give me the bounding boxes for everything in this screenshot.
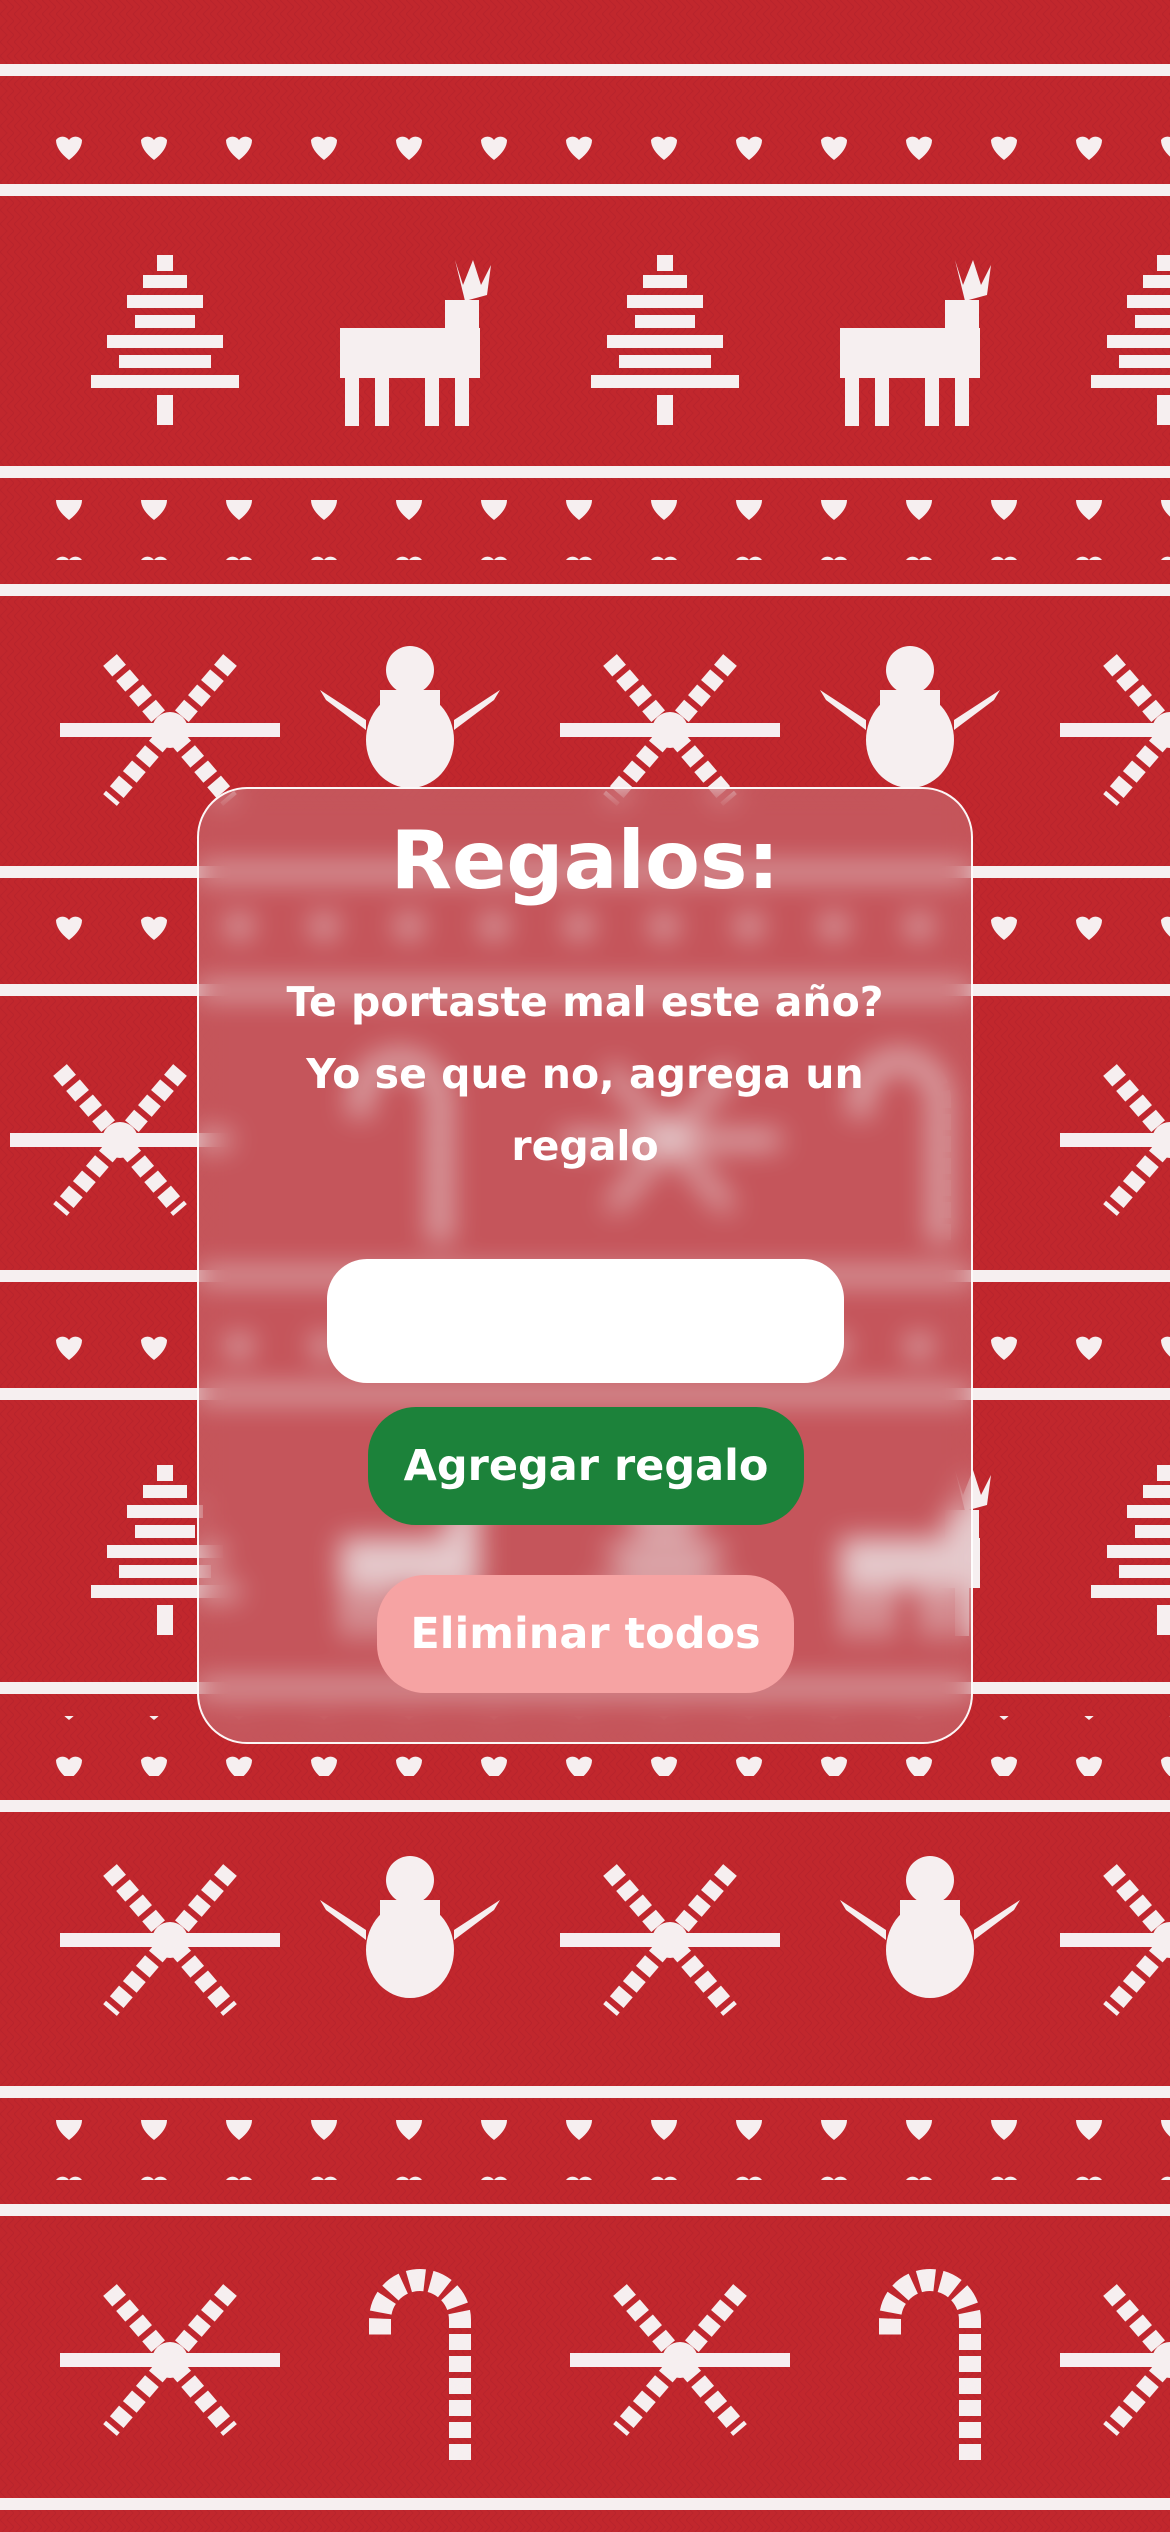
gift-card: Regalos: Te portaste mal este año? Yo se…: [197, 787, 973, 1744]
page-title: Regalos:: [390, 814, 780, 907]
gift-input[interactable]: [327, 1259, 844, 1383]
card-subtitle: Te portaste mal este año? Yo se que no, …: [286, 978, 884, 1170]
add-gift-button[interactable]: Agregar regalo: [368, 1407, 804, 1525]
delete-all-button[interactable]: Eliminar todos: [377, 1575, 794, 1693]
